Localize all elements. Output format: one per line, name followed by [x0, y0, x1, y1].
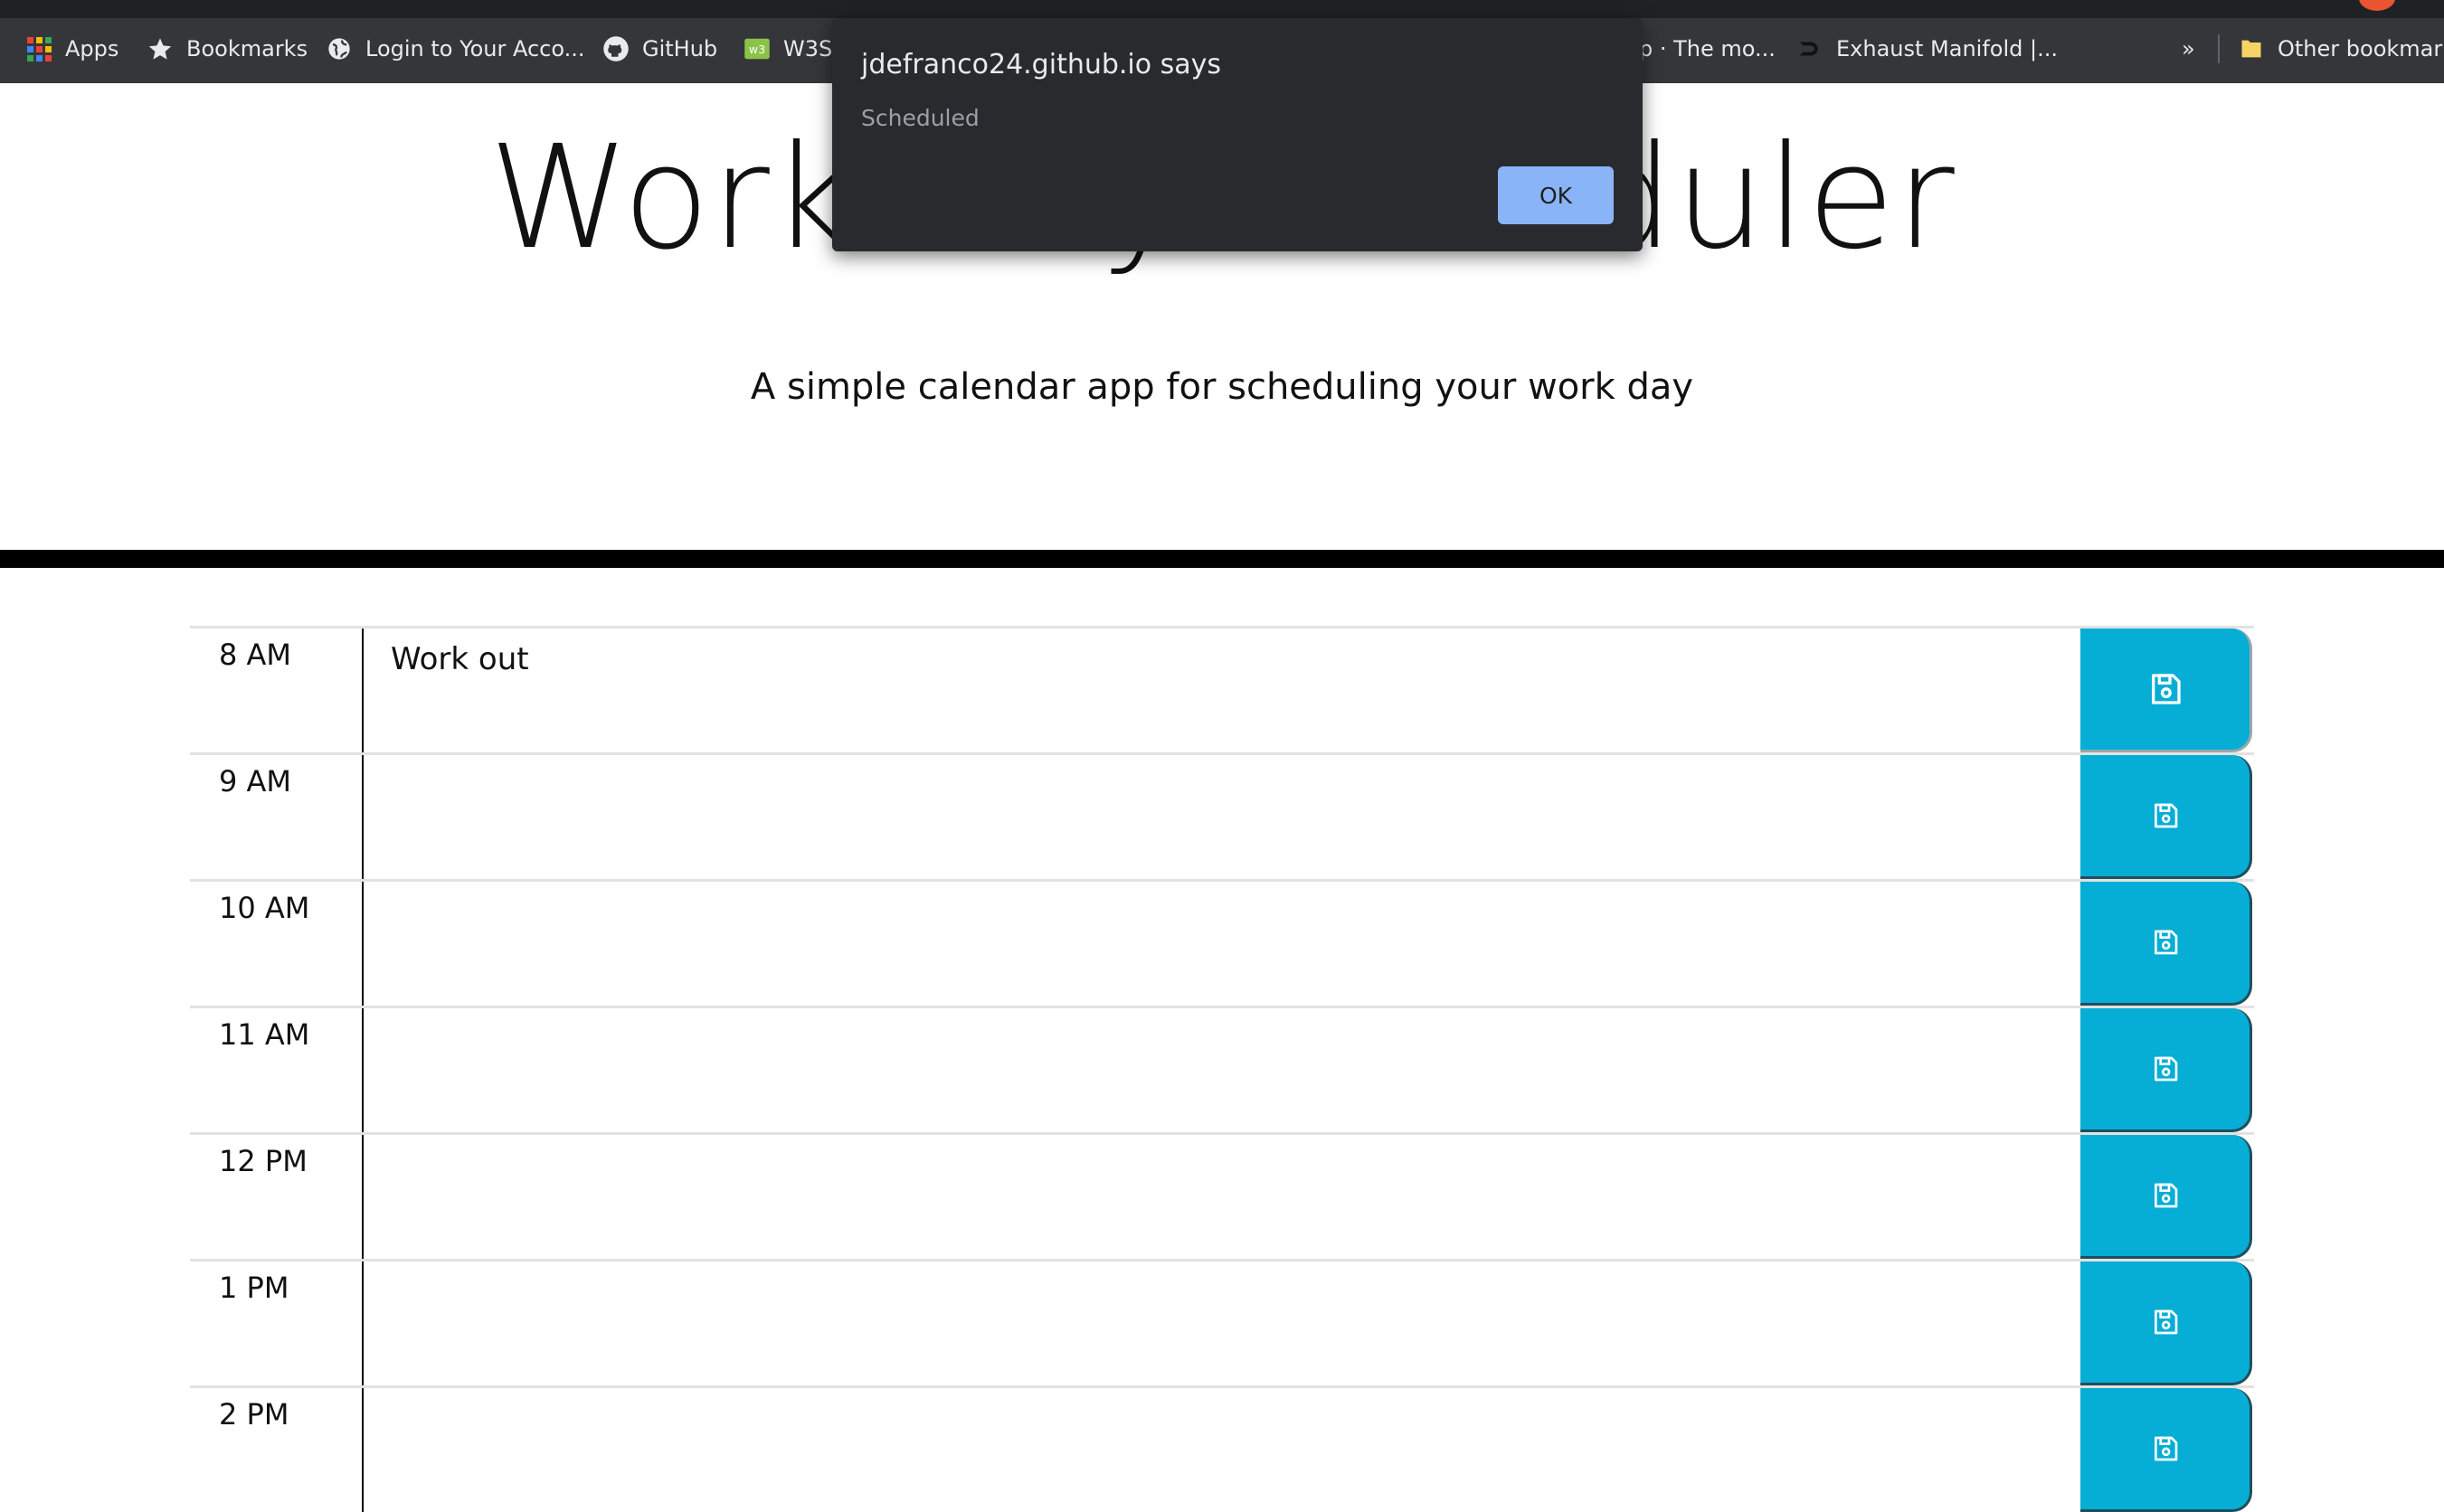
event-description-input[interactable]	[364, 1388, 2080, 1512]
hour-label: 2 PM	[190, 1388, 364, 1512]
header-divider	[0, 550, 2444, 568]
time-block-10am: 10 AM	[190, 879, 2254, 1006]
globe-icon	[326, 35, 353, 62]
save-icon	[2154, 1436, 2177, 1461]
bookmark-github[interactable]: GitHub	[602, 31, 717, 67]
time-block-1pm: 1 PM	[190, 1259, 2254, 1385]
alert-dialog: jdefranco24.github.io says Scheduled OK	[832, 18, 1643, 251]
w3schools-icon: w3	[744, 35, 771, 62]
save-icon	[2154, 803, 2177, 828]
event-description-input[interactable]	[364, 1135, 2080, 1259]
other-bookmarks[interactable]: Other bookmarks	[2238, 31, 2444, 67]
hour-label: 12 PM	[190, 1135, 364, 1259]
bookmark-label: Exhaust Manifold |...	[1836, 36, 2058, 61]
bookmark-exhaust-manifold[interactable]: Exhaust Manifold |...	[1796, 31, 2058, 67]
bookmark-apps[interactable]: Apps	[25, 31, 118, 67]
time-block-11am: 11 AM	[190, 1006, 2254, 1132]
time-block-8am: 8 AM Work out	[190, 626, 2254, 752]
bookmark-label: p · The mo...	[1639, 36, 1776, 61]
event-description-input[interactable]	[364, 1262, 2080, 1385]
time-block-2pm: 2 PM	[190, 1385, 2254, 1512]
time-block-12pm: 12 PM	[190, 1132, 2254, 1259]
save-button[interactable]	[2080, 1262, 2252, 1385]
site-favicon-icon	[1796, 35, 1824, 62]
chevron-double-right-icon: »	[2182, 36, 2195, 61]
bookmark-w3schools[interactable]: w3 W3S	[744, 31, 832, 67]
event-description-input[interactable]	[364, 882, 2080, 1006]
bookmarks-divider	[2218, 34, 2220, 63]
apps-grid-icon	[25, 35, 52, 62]
save-button[interactable]	[2080, 1008, 2252, 1132]
hour-label: 9 AM	[190, 755, 364, 879]
github-icon	[602, 35, 630, 62]
hour-label: 11 AM	[190, 1008, 364, 1132]
bookmark-partial[interactable]: p · The mo...	[1639, 31, 1776, 67]
svg-text:w3: w3	[749, 43, 765, 56]
save-button[interactable]	[2080, 1388, 2252, 1512]
event-description-input[interactable]	[364, 1008, 2080, 1132]
save-button[interactable]	[2080, 1135, 2252, 1259]
bookmark-label: GitHub	[642, 36, 718, 61]
hour-label: 10 AM	[190, 882, 364, 1006]
save-icon	[2154, 1056, 2177, 1082]
schedule-container: 8 AM Work out 9 AM 10 AM 11 AM 12 PM 1 P…	[190, 626, 2254, 1512]
address-bar[interactable]	[253, 0, 2279, 14]
save-button[interactable]	[2080, 628, 2252, 752]
bookmark-login[interactable]: Login to Your Acco...	[326, 31, 585, 67]
bookmarks-overflow-button[interactable]: »	[2182, 31, 2195, 67]
hour-label: 8 AM	[190, 628, 364, 752]
folder-icon	[2238, 35, 2265, 62]
save-button[interactable]	[2080, 755, 2252, 879]
save-icon	[2154, 1309, 2177, 1335]
bookmark-label: Apps	[65, 36, 119, 61]
other-bookmarks-label: Other bookmarks	[2278, 36, 2444, 61]
alert-message: Scheduled	[861, 105, 980, 131]
hour-label: 1 PM	[190, 1262, 364, 1385]
ok-button[interactable]: OK	[1498, 166, 1614, 224]
save-button[interactable]	[2080, 882, 2252, 1006]
alert-title: jdefranco24.github.io says	[861, 49, 1222, 80]
bookmark-label: W3S	[783, 36, 833, 61]
bookmark-bookmarks[interactable]: Bookmarks	[147, 31, 308, 67]
save-icon	[2151, 674, 2181, 704]
event-description-input[interactable]: Work out	[364, 628, 2080, 752]
star-icon	[147, 35, 174, 62]
bookmark-label: Bookmarks	[186, 36, 308, 61]
save-icon	[2154, 930, 2177, 955]
page-subtitle: A simple calendar app for scheduling you…	[750, 366, 1694, 408]
bookmark-label: Login to Your Acco...	[365, 36, 585, 61]
event-description-input[interactable]	[364, 755, 2080, 879]
save-icon	[2154, 1183, 2177, 1208]
time-block-9am: 9 AM	[190, 752, 2254, 879]
